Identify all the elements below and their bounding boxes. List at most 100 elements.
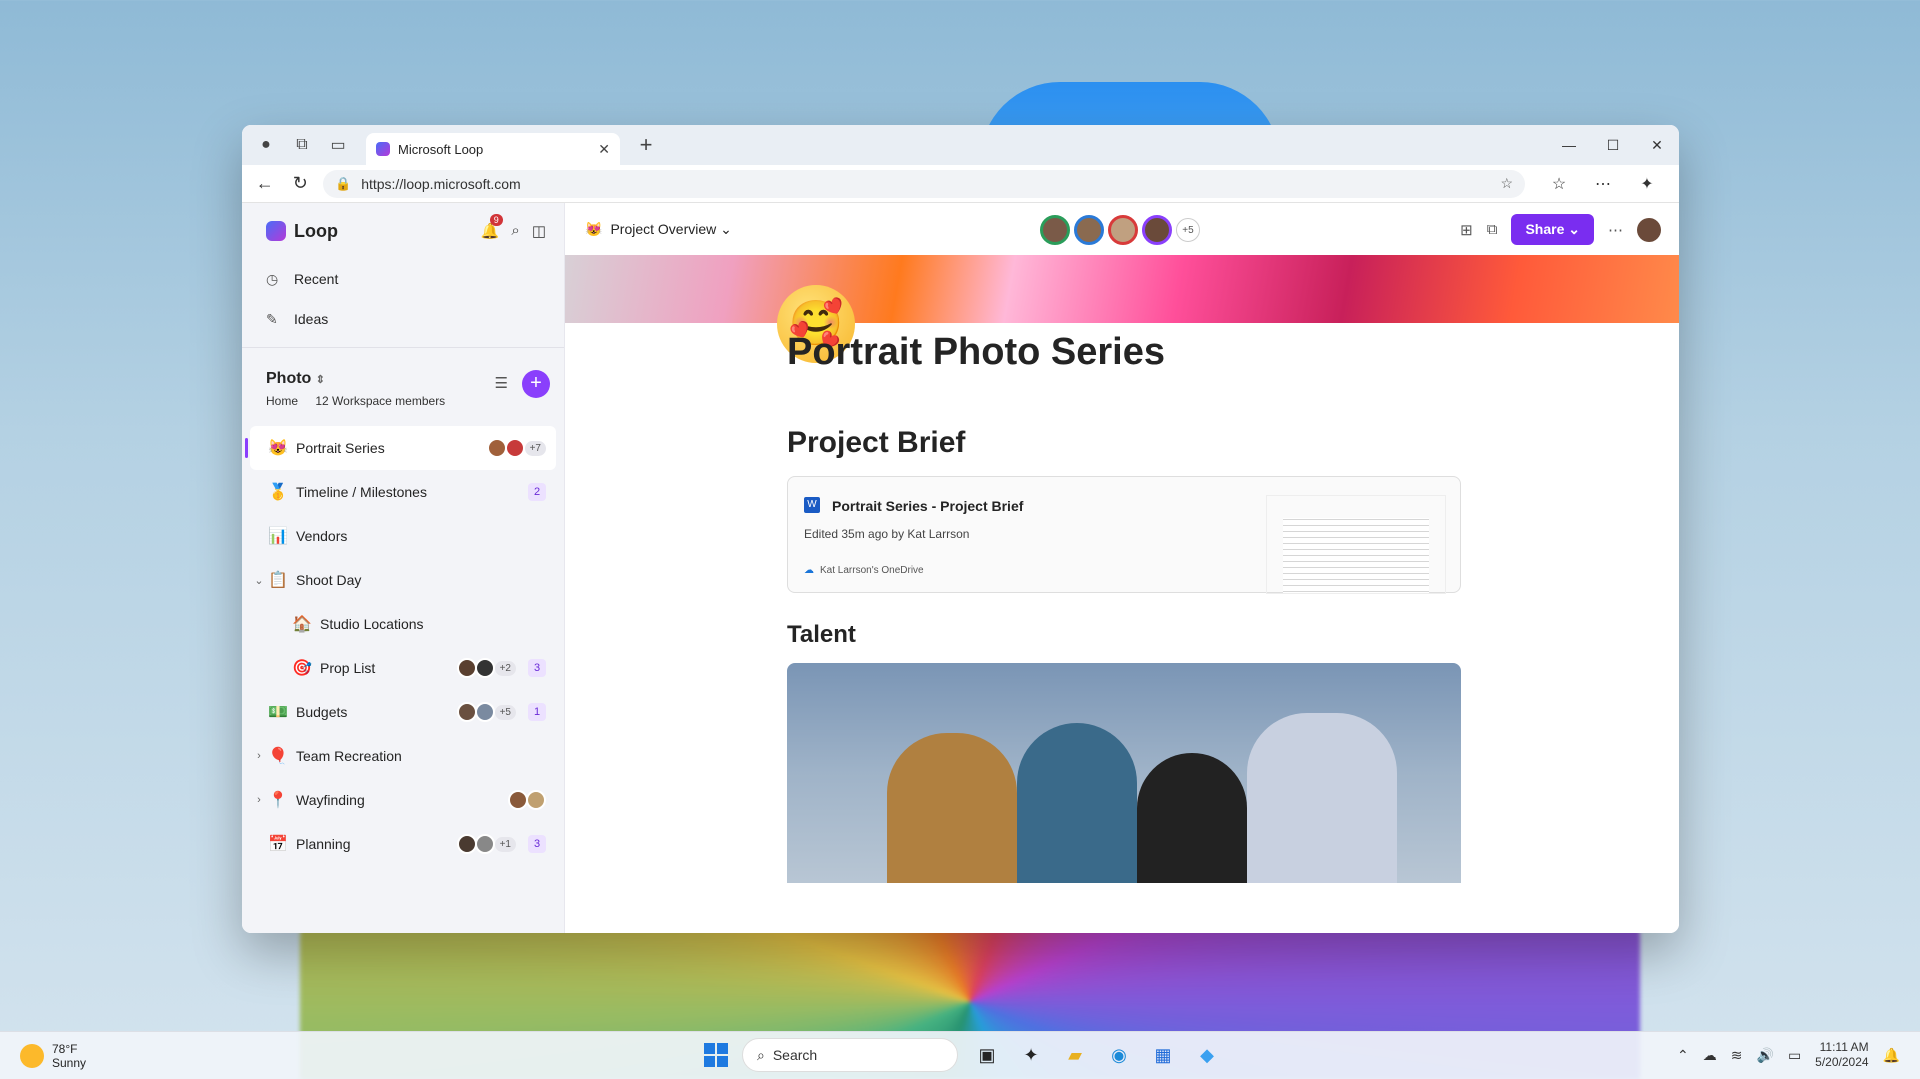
- person-figure: [887, 733, 1017, 883]
- search-box[interactable]: ⌕ Search: [742, 1038, 958, 1072]
- page-studio-locations[interactable]: 🏠 Studio Locations: [250, 602, 556, 646]
- workspaces-icon[interactable]: ⧉: [288, 131, 316, 159]
- page-emoji: 💵: [268, 704, 288, 721]
- workspace-switch-icon: ⇕: [315, 374, 325, 386]
- cloud-icon[interactable]: ☁: [1703, 1047, 1717, 1064]
- page-timeline[interactable]: 🥇 Timeline / Milestones 2: [250, 470, 556, 514]
- more-options-icon[interactable]: ⋯: [1608, 221, 1623, 239]
- task-view-icon[interactable]: ▣: [972, 1040, 1002, 1070]
- page-label: Vendors: [296, 528, 348, 544]
- section-heading: Talent: [787, 621, 856, 648]
- taskbar: 78°F Sunny ⌕ Search ▣ ✦ ▰ ◉ ▦ ◆ ⌃ ☁ ≋ 🔊 ▭ …: [0, 1031, 1920, 1079]
- page-label: Team Recreation: [296, 748, 402, 764]
- file-card[interactable]: W Portrait Series - Project Brief Edited…: [787, 476, 1461, 594]
- refresh-icon[interactable]: ↻: [288, 169, 314, 199]
- components-icon[interactable]: ⊞: [1460, 221, 1473, 239]
- update-count: 3: [528, 659, 546, 677]
- page-planning[interactable]: 📅 Planning +1 3: [250, 822, 556, 866]
- page-emoji: 🎯: [292, 660, 312, 677]
- avatar[interactable]: [1108, 215, 1138, 245]
- workspace-members[interactable]: 12 Workspace members: [315, 394, 445, 408]
- address-bar[interactable]: 🔒 https://loop.microsoft.com ☆: [323, 169, 1525, 198]
- copilot-icon[interactable]: ✦: [1625, 174, 1669, 194]
- breadcrumb[interactable]: 😻 Project Overview ⌄: [585, 221, 732, 238]
- chevron-right-icon[interactable]: ›: [250, 794, 268, 806]
- page-wayfinding[interactable]: › 📍 Wayfinding: [250, 778, 556, 822]
- address-bar-row: ← ↻ 🔒 https://loop.microsoft.com ☆ ☆ ⋯ ✦: [242, 165, 1679, 203]
- favorite-star-icon[interactable]: ☆: [1500, 175, 1513, 192]
- avatar[interactable]: [1074, 215, 1104, 245]
- more-icon[interactable]: ⋯: [1581, 174, 1625, 194]
- page-budgets[interactable]: 💵 Budgets +5 1: [250, 690, 556, 734]
- notification-badge: 9: [489, 214, 503, 226]
- store-icon[interactable]: ▦: [1148, 1040, 1178, 1070]
- page-team-recreation[interactable]: › 🎈 Team Recreation: [250, 734, 556, 778]
- share-button[interactable]: Share ⌄: [1511, 214, 1594, 245]
- document-thumbnail: [1266, 495, 1446, 594]
- more-collaborators[interactable]: +5: [1176, 218, 1200, 242]
- chevron-down-icon[interactable]: ⌄: [250, 574, 268, 587]
- close-tab-icon[interactable]: ✕: [598, 141, 610, 158]
- chevron-right-icon[interactable]: ›: [250, 750, 268, 762]
- page-list: 😻 Portrait Series +7 🥇 Timeline / Milest…: [242, 426, 564, 866]
- weather-widget[interactable]: 78°F Sunny: [20, 1042, 86, 1070]
- wifi-icon[interactable]: ≋: [1731, 1047, 1743, 1064]
- onedrive-icon: ☁: [804, 565, 814, 576]
- new-tab-button[interactable]: +: [632, 132, 660, 158]
- page-shoot-day[interactable]: ⌄ 📋 Shoot Day: [250, 558, 556, 602]
- copy-icon[interactable]: ⧉: [1487, 221, 1498, 238]
- minimize-button[interactable]: —: [1547, 125, 1591, 165]
- page-label: Portrait Series: [296, 440, 385, 456]
- page-emoji: 😻: [268, 440, 288, 457]
- workspace-home[interactable]: Home: [266, 394, 298, 408]
- brand-name: Loop: [294, 220, 338, 241]
- url-text[interactable]: https://loop.microsoft.com: [361, 176, 521, 192]
- vertical-tabs-icon[interactable]: ▭: [324, 131, 352, 159]
- back-icon[interactable]: ←: [252, 169, 278, 199]
- volume-icon[interactable]: 🔊: [1757, 1047, 1774, 1064]
- close-window-button[interactable]: ✕: [1635, 125, 1679, 165]
- page-prop-list[interactable]: 🎯 Prop List +2 3: [250, 646, 556, 690]
- person-figure: [1137, 753, 1247, 883]
- notification-bell-icon[interactable]: 🔔: [1883, 1047, 1900, 1064]
- sidebar-item-recent[interactable]: ◷ Recent: [242, 259, 564, 299]
- collapse-sidebar-icon[interactable]: ◫: [532, 222, 546, 240]
- page-emoji: 📅: [268, 836, 288, 853]
- member-count: +5: [494, 704, 516, 720]
- start-button[interactable]: [704, 1043, 728, 1067]
- member-count: +2: [494, 660, 516, 676]
- tab-microsoft-loop[interactable]: Microsoft Loop ✕: [366, 133, 620, 165]
- ideas-label: Ideas: [294, 311, 329, 327]
- search-icon[interactable]: ⌕: [511, 222, 519, 240]
- profile-icon[interactable]: ●: [252, 131, 280, 159]
- file-edited: Edited 35m ago by Kat Larrson: [804, 527, 970, 541]
- file-explorer-icon[interactable]: ▰: [1060, 1040, 1090, 1070]
- page-title: Portrait Photo Series: [787, 331, 1165, 373]
- add-page-button[interactable]: +: [522, 370, 550, 398]
- favorites-icon[interactable]: ☆: [1537, 174, 1581, 194]
- page-vendors[interactable]: 📊 Vendors: [250, 514, 556, 558]
- app-icon[interactable]: ◆: [1192, 1040, 1222, 1070]
- battery-icon[interactable]: ▭: [1788, 1047, 1801, 1064]
- member-count: +1: [494, 836, 516, 852]
- avatar[interactable]: [1637, 217, 1661, 242]
- page-emoji-icon: 😻: [585, 220, 603, 237]
- chevron-up-icon[interactable]: ⌃: [1677, 1047, 1689, 1064]
- maximize-button[interactable]: ☐: [1591, 125, 1635, 165]
- pen-icon: ✎: [266, 310, 278, 327]
- copilot-icon[interactable]: ✦: [1016, 1040, 1046, 1070]
- collaborators[interactable]: +5: [1040, 215, 1200, 245]
- avatar[interactable]: [1142, 215, 1172, 245]
- clock[interactable]: 11:11 AM 5/20/2024: [1815, 1040, 1868, 1070]
- sort-icon[interactable]: ☰: [495, 374, 508, 392]
- avatar[interactable]: [1040, 215, 1070, 245]
- member-count: +7: [524, 440, 546, 456]
- browser-window: ● ⧉ ▭ Microsoft Loop ✕ + — ☐ ✕ ← ↻ 🔒 htt…: [242, 125, 1679, 933]
- edge-icon[interactable]: ◉: [1104, 1040, 1134, 1070]
- clock-icon: ◷: [266, 270, 279, 287]
- page-portrait-series[interactable]: 😻 Portrait Series +7: [245, 426, 556, 470]
- page-emoji: 🥇: [268, 484, 288, 501]
- page-label: Planning: [296, 836, 351, 852]
- sidebar-item-ideas[interactable]: ✎ Ideas: [242, 299, 564, 339]
- talent-photo[interactable]: [787, 663, 1461, 883]
